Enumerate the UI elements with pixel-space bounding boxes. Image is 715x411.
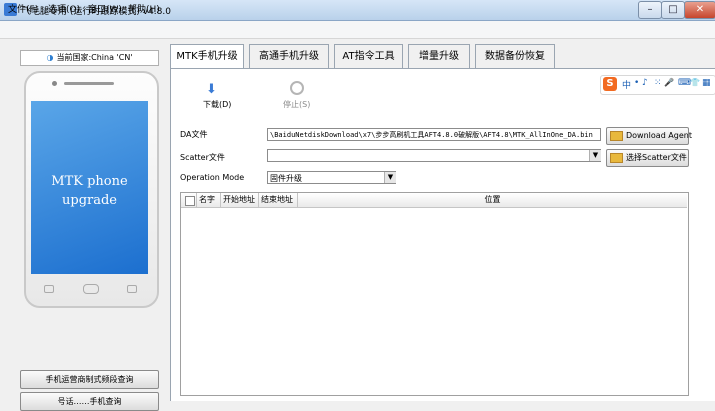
- tab-qualcomm-upgrade[interactable]: 高通手机升级: [249, 44, 329, 69]
- current-country: ◑ 当前国家:China 'CN': [20, 50, 159, 66]
- select-scatter-label: 选择Scatter文件: [626, 153, 687, 162]
- phone-label-line1: MTK phone: [51, 174, 128, 189]
- tab-data-backup[interactable]: 数据备份恢复: [475, 44, 555, 69]
- download-agent-button[interactable]: Download Agent: [606, 127, 692, 145]
- ime-language-toggle[interactable]: 中: [622, 78, 631, 91]
- column-header-name[interactable]: 名字: [197, 193, 221, 207]
- menu-file[interactable]: 文件(F): [8, 2, 38, 15]
- menu-window[interactable]: 窗口(W): [88, 2, 122, 15]
- menu-options[interactable]: 选项(O): [48, 2, 80, 15]
- globe-icon: ◑: [46, 53, 54, 62]
- tab-at-command[interactable]: AT指令工具: [334, 44, 403, 69]
- sogou-logo-icon[interactable]: S: [603, 77, 617, 91]
- tab-mtk-upgrade[interactable]: MTK手机升级: [170, 44, 244, 70]
- menu-bar: [0, 21, 715, 39]
- operation-mode-select[interactable]: 固件升级: [267, 171, 396, 184]
- da-file-input[interactable]: \BaiduNetdiskDownload\x7\步步高刷机工具AFT4.8.0…: [267, 128, 601, 141]
- close-button[interactable]: ✕: [684, 1, 715, 19]
- stop-button: 停止(S): [283, 100, 311, 109]
- operation-mode-label: Operation Mode: [180, 173, 245, 182]
- scatter-file-select[interactable]: [267, 149, 601, 162]
- minimize-button[interactable]: –: [638, 1, 662, 19]
- carrier-band-query-button[interactable]: 手机运营商制式频段查询: [20, 370, 159, 389]
- phone-label-line2: upgrade: [62, 193, 117, 208]
- phone-home-key: [83, 284, 99, 294]
- download-agent-label: Download Agent: [626, 131, 692, 140]
- phone-camera: [52, 81, 57, 86]
- column-header-start-address[interactable]: 开始地址: [221, 193, 259, 207]
- stop-icon: [290, 81, 304, 95]
- phone-speaker: [64, 82, 114, 85]
- tab-incremental-upgrade[interactable]: 增量升级: [408, 44, 470, 69]
- ime-punctuation-icon[interactable]: •: [634, 78, 639, 88]
- ime-skin-icon[interactable]: 👕: [690, 78, 700, 87]
- column-header-location[interactable]: 位置: [298, 193, 687, 207]
- select-all-checkbox[interactable]: [185, 196, 195, 206]
- menu-help[interactable]: 帮助(H): [128, 2, 160, 15]
- partition-table: [180, 192, 689, 396]
- select-scatter-button[interactable]: 选择Scatter文件: [606, 149, 689, 167]
- folder-icon: [610, 152, 623, 163]
- scatter-file-label: Scatter文件: [180, 153, 225, 162]
- download-arrow-icon[interactable]: ⬇: [206, 82, 217, 97]
- chevron-down-icon[interactable]: ▼: [589, 150, 601, 161]
- phone-menu-key: [44, 285, 54, 293]
- phone-label: MTK phone upgrade: [31, 172, 148, 210]
- ime-dots-icon[interactable]: ⁙: [654, 78, 662, 88]
- download-button[interactable]: 下载(D): [203, 99, 231, 110]
- country-text: 当前国家:China 'CN': [56, 53, 133, 62]
- phone-query-button[interactable]: 号话……手机查询: [20, 392, 159, 411]
- maximize-button[interactable]: □: [661, 1, 685, 19]
- ime-menu-icon[interactable]: ▦: [702, 78, 711, 88]
- chevron-down-icon[interactable]: ▼: [384, 172, 396, 183]
- ime-moon-icon[interactable]: ♪: [642, 78, 648, 88]
- da-file-label: DA文件: [180, 130, 208, 139]
- folder-icon: [610, 130, 623, 141]
- column-header-end-address[interactable]: 结束地址: [259, 193, 298, 207]
- phone-back-key: [127, 285, 137, 293]
- ime-microphone-icon[interactable]: 🎤: [664, 78, 674, 87]
